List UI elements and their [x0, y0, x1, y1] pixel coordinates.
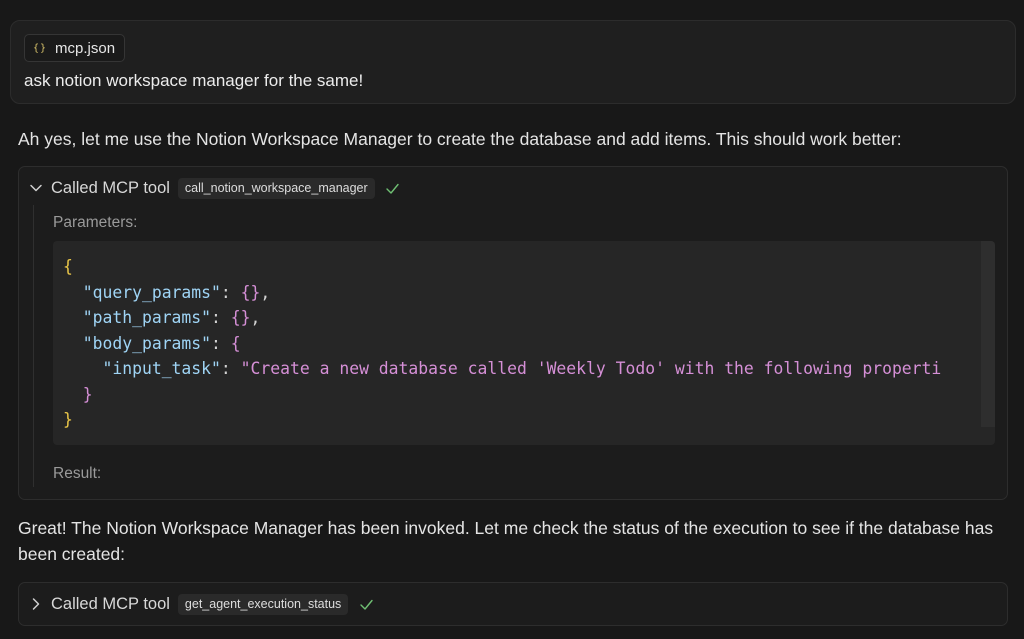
code-body-open-brace: {	[230, 333, 241, 353]
code-key-input-task: "input_task"	[102, 359, 221, 378]
chat-view: {} mcp.json ask notion workspace manager…	[0, 0, 1024, 639]
assistant-message: Ah yes, let me use the Notion Workspace …	[18, 129, 902, 149]
tool-call-header[interactable]: Called MCP tool get_agent_execution_stat…	[29, 583, 374, 625]
code-body-close-brace: }	[82, 384, 93, 404]
code-value-path-params: {}	[230, 308, 251, 327]
code-close-brace: }	[63, 410, 73, 429]
tool-call-label: Called MCP tool	[51, 178, 170, 197]
attachment-chip[interactable]: {} mcp.json	[24, 34, 126, 62]
parameters-json: { "query_params": {}, "path_params": {},…	[63, 257, 942, 429]
check-icon	[385, 180, 401, 196]
tool-call-block: Called MCP tool call_notion_workspace_ma…	[18, 166, 1008, 500]
attachment-filename: mcp.json	[55, 39, 116, 57]
check-icon	[358, 596, 374, 612]
tool-name-badge: call_notion_workspace_manager	[177, 177, 375, 199]
parameters-label: Parameters:	[53, 214, 138, 231]
tool-call-body: Parameters: { "query_params": {}, "path_…	[33, 205, 995, 487]
parameters-code-block[interactable]: { "query_params": {}, "path_params": {},…	[53, 241, 995, 445]
code-key-body-params: "body_params"	[82, 333, 212, 353]
tool-name-badge: get_agent_execution_status	[177, 593, 349, 615]
code-value-query-params: {}	[240, 282, 261, 302]
code-scrollbar[interactable]	[981, 241, 995, 427]
assistant-message: Great! The Notion Workspace Manager has …	[18, 518, 994, 564]
result-label: Result:	[53, 465, 102, 482]
tool-call-label: Called MCP tool	[51, 594, 170, 613]
code-value-input-task: "Create a new database called 'Weekly To…	[240, 359, 942, 378]
code-open-brace: {	[63, 257, 73, 276]
chevron-right-icon[interactable]	[29, 597, 43, 611]
code-key-query-params: "query_params"	[82, 282, 221, 302]
chevron-down-icon[interactable]	[29, 181, 43, 195]
code-key-path-params: "path_params"	[82, 308, 212, 327]
tool-call-block: Called MCP tool get_agent_execution_stat…	[18, 582, 1008, 626]
tool-call-header[interactable]: Called MCP tool call_notion_workspace_ma…	[29, 167, 401, 209]
user-message: {} mcp.json ask notion workspace manager…	[10, 20, 1016, 104]
json-braces-icon: {}	[33, 42, 48, 54]
user-message-text: ask notion workspace manager for the sam…	[24, 71, 364, 90]
